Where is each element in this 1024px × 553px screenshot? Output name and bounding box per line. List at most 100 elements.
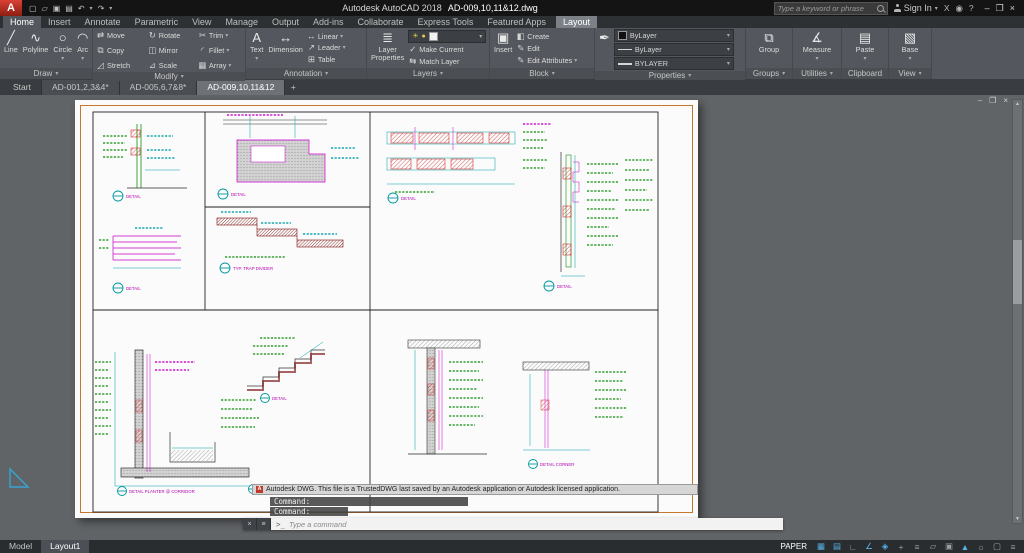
- match-layer-button[interactable]: ⇆Match Layer: [408, 56, 486, 67]
- panel-label-groups[interactable]: Groups▾: [746, 68, 792, 79]
- vertical-scrollbar[interactable]: ▲ ▼: [1012, 99, 1023, 524]
- maximize-button[interactable]: ❐: [996, 3, 1004, 14]
- insert-button[interactable]: ▣Insert: [493, 29, 513, 67]
- customization-icon[interactable]: ≡: [1005, 542, 1021, 552]
- undo-dropdown-icon[interactable]: ▾: [90, 5, 93, 12]
- ribbon-tab-home[interactable]: Home: [3, 16, 41, 28]
- base-button[interactable]: ▧Base▾: [901, 29, 920, 67]
- transparency-icon[interactable]: ▱: [925, 541, 941, 552]
- panel-label-block[interactable]: Block▾: [490, 68, 594, 79]
- edit-block-button[interactable]: ✎Edit: [516, 43, 577, 54]
- lineweight-dropdown[interactable]: BYLAYER▾: [614, 57, 734, 70]
- ribbon-tab-layout[interactable]: Layout: [556, 16, 597, 28]
- measure-button[interactable]: ∡Measure▾: [802, 29, 832, 67]
- scale-button[interactable]: ⊿Scale: [148, 59, 191, 71]
- paste-button[interactable]: ▤Paste▾: [855, 29, 876, 67]
- table-button[interactable]: ⊞Table: [307, 54, 346, 65]
- doc-close-button[interactable]: ×: [1003, 96, 1008, 105]
- lineweight-icon[interactable]: ≡: [909, 542, 925, 552]
- ribbon-tab-addins[interactable]: Add-ins: [306, 16, 351, 28]
- panel-label-clipboard[interactable]: Clipboard: [842, 68, 888, 79]
- sign-in-button[interactable]: Sign In ▾: [894, 3, 938, 13]
- layout1-tab[interactable]: Layout1: [41, 540, 89, 553]
- object-snap-icon[interactable]: ◈: [877, 541, 893, 552]
- leader-button[interactable]: ↗Leader▾: [307, 42, 346, 53]
- linear-button[interactable]: ↔Linear▾: [307, 31, 346, 41]
- panel-label-layers[interactable]: Layers▾: [367, 68, 489, 79]
- object-snap-tracking-icon[interactable]: +: [893, 542, 909, 552]
- trim-button[interactable]: ✂Trim▾: [198, 29, 242, 41]
- array-button[interactable]: ▦Array▾: [198, 59, 242, 71]
- panel-label-view[interactable]: View▾: [889, 68, 931, 79]
- doc-minimize-button[interactable]: –: [978, 96, 982, 105]
- object-color-dropdown[interactable]: ByLayer▾: [614, 29, 734, 42]
- make-current-button[interactable]: ✓Make Current: [408, 44, 486, 55]
- doc-restore-button[interactable]: ❐: [989, 96, 996, 105]
- paper-space-toggle[interactable]: PAPER: [774, 542, 813, 551]
- plot-icon[interactable]: ▤: [65, 4, 73, 13]
- panel-label-annotation[interactable]: Annotation▾: [246, 68, 366, 79]
- ribbon-tab-view[interactable]: View: [185, 16, 218, 28]
- arc-button[interactable]: ◠Arc▾: [76, 29, 89, 67]
- command-input[interactable]: >_ Type a command: [271, 518, 783, 530]
- close-button[interactable]: ×: [1010, 3, 1015, 14]
- ribbon-tab-annotate[interactable]: Annotate: [78, 16, 128, 28]
- polar-tracking-icon[interactable]: ∠: [861, 541, 877, 552]
- drawing-viewport[interactable]: DETAIL DETAIL: [75, 100, 698, 518]
- new-drawing-tab-button[interactable]: +: [285, 80, 301, 95]
- group-button[interactable]: ⧉Group: [758, 29, 780, 67]
- dimension-button[interactable]: ↔Dimension: [267, 29, 303, 67]
- workspace-icon[interactable]: ☼: [973, 542, 989, 552]
- file-tab-ad005[interactable]: AD-005,6,7&8*: [120, 80, 198, 95]
- annotation-scale-icon[interactable]: ▲: [957, 542, 973, 552]
- file-tab-ad001[interactable]: AD-001,2,3&4*: [42, 80, 120, 95]
- drawing-canvas[interactable]: DETAIL DETAIL: [0, 95, 1024, 540]
- line-button[interactable]: ╱Line: [3, 29, 19, 67]
- fillet-button[interactable]: ◜Fillet▾: [198, 44, 242, 56]
- edit-attributes-button[interactable]: ✎Edit Attributes▾: [516, 55, 577, 66]
- save-icon[interactable]: ▣: [53, 4, 61, 13]
- panel-label-modify[interactable]: Modify▾: [93, 72, 245, 81]
- stretch-button[interactable]: ◿Stretch: [96, 59, 141, 71]
- redo-icon[interactable]: ↷: [98, 4, 105, 13]
- ribbon-tab-manage[interactable]: Manage: [218, 16, 265, 28]
- match-properties-button[interactable]: ✒: [598, 29, 611, 70]
- file-tab-ad009[interactable]: AD-009,10,11&12: [197, 80, 285, 95]
- text-button[interactable]: AText▾: [249, 29, 264, 67]
- ribbon-tab-parametric[interactable]: Parametric: [128, 16, 186, 28]
- qat-customize-icon[interactable]: ▾: [109, 5, 112, 12]
- model-tab[interactable]: Model: [0, 540, 41, 553]
- snap-icon[interactable]: ▤: [829, 541, 845, 552]
- search-icon[interactable]: [877, 5, 884, 12]
- clean-screen-icon[interactable]: ▢: [989, 541, 1005, 552]
- mirror-button[interactable]: ◫Mirror: [148, 44, 191, 56]
- ribbon-tab-output[interactable]: Output: [265, 16, 306, 28]
- ribbon-tab-express-tools[interactable]: Express Tools: [411, 16, 481, 28]
- layer-select-dropdown[interactable]: ☀ ● ▾: [408, 30, 486, 43]
- ribbon-tab-featured-apps[interactable]: Featured Apps: [480, 16, 553, 28]
- panel-label-properties[interactable]: Properties▾: [595, 71, 745, 80]
- scroll-up-icon[interactable]: ▲: [1013, 100, 1022, 108]
- circle-button[interactable]: ○Circle▾: [52, 29, 73, 67]
- create-block-button[interactable]: ◧Create: [516, 31, 577, 42]
- help-icon[interactable]: ?: [969, 3, 974, 13]
- grid-icon[interactable]: ▦: [813, 541, 829, 552]
- minimize-button[interactable]: –: [985, 3, 990, 14]
- linetype-dropdown[interactable]: ByLayer▾: [614, 43, 734, 56]
- layer-properties-button[interactable]: ≣Layer Properties: [370, 29, 405, 67]
- selection-cycling-icon[interactable]: ▣: [941, 541, 957, 552]
- scroll-down-icon[interactable]: ▼: [1013, 515, 1022, 523]
- panel-label-draw[interactable]: Draw▾: [0, 68, 92, 79]
- ribbon-tab-insert[interactable]: Insert: [41, 16, 78, 28]
- new-file-icon[interactable]: ▢: [29, 4, 37, 13]
- autocad-logo-button[interactable]: A: [0, 0, 22, 16]
- panel-label-utilities[interactable]: Utilities▾: [793, 68, 841, 79]
- open-file-icon[interactable]: ▱: [42, 4, 48, 13]
- command-close-icon[interactable]: ×: [243, 518, 257, 530]
- stay-connected-icon[interactable]: ◉: [955, 3, 962, 14]
- rotate-button[interactable]: ↻Rotate: [148, 29, 191, 41]
- scrollbar-thumb[interactable]: [1013, 240, 1022, 304]
- command-customize-icon[interactable]: ≡: [257, 518, 271, 530]
- undo-icon[interactable]: ↶: [78, 4, 85, 13]
- infocenter-search-box[interactable]: Type a keyword or phrase: [774, 2, 888, 15]
